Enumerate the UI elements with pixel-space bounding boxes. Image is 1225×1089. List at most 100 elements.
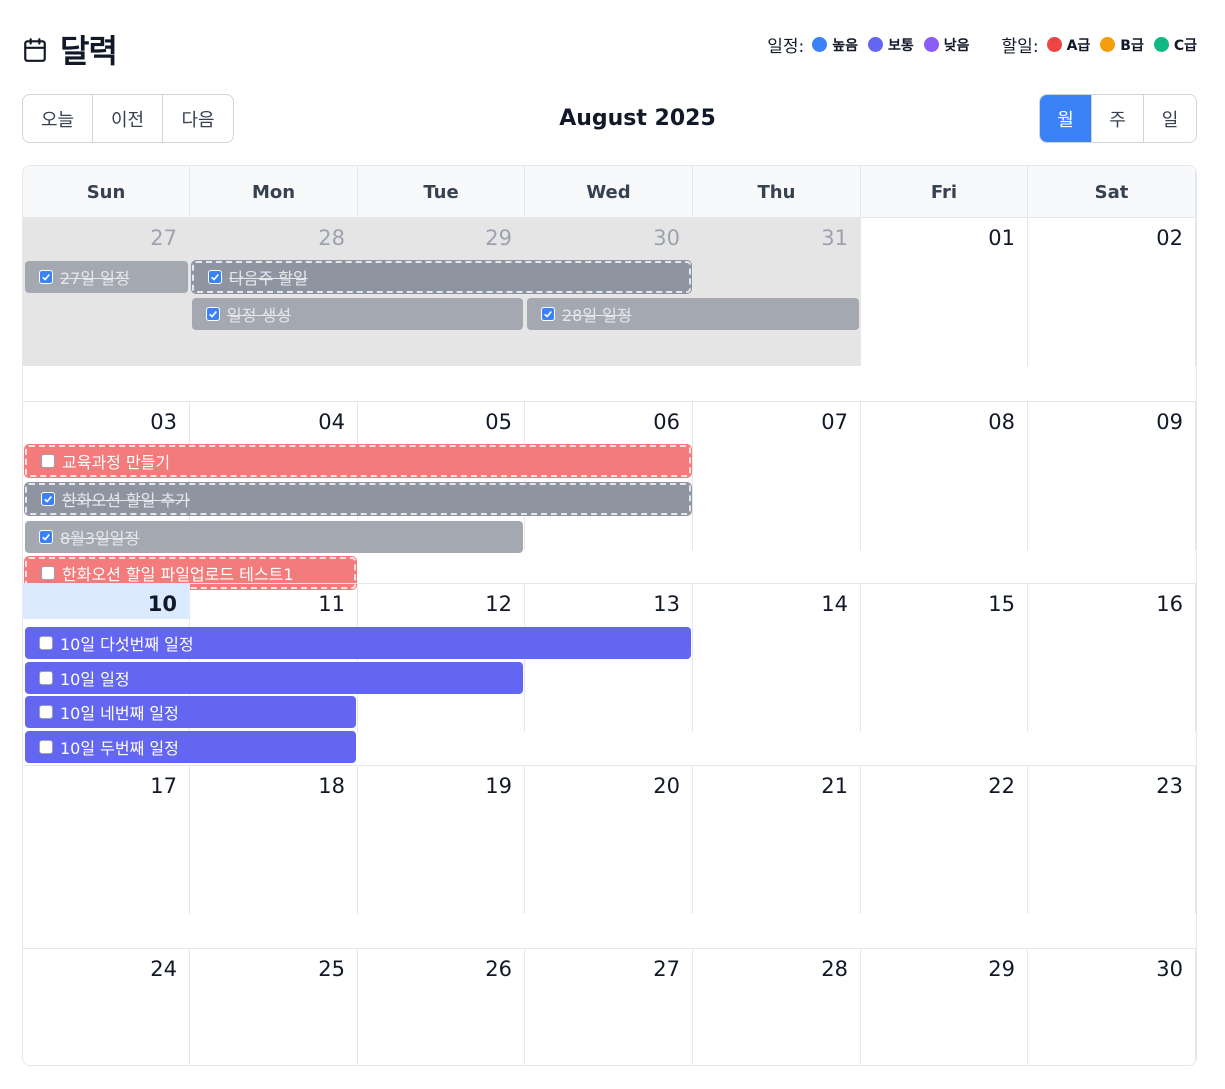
calendar-event[interactable]: 28일 일정 [527, 298, 859, 330]
checked-checkbox-icon[interactable] [206, 307, 220, 321]
day-cell[interactable]: 27 [525, 949, 693, 1065]
day-cell[interactable]: 29 [861, 949, 1028, 1065]
legend-schedule-label: 일정: [767, 37, 805, 57]
week-row: 03 04 05 06 07 08 09 교육과정 만들기 한화오션 할일 추가 8월3일일정 한화… [23, 401, 1196, 590]
checked-checkbox-icon[interactable] [541, 307, 555, 321]
legend-dot [923, 37, 939, 52]
day-cell[interactable]: 15 [861, 584, 1028, 732]
day-number[interactable]: 30 [1156, 957, 1183, 981]
day-number[interactable]: 23 [1156, 774, 1183, 798]
day-cell[interactable]: 24 [23, 949, 190, 1065]
day-number[interactable]: 07 [821, 410, 848, 434]
day-number[interactable]: 27 [150, 226, 177, 250]
day-number[interactable]: 09 [1156, 410, 1183, 434]
day-number[interactable]: 28 [318, 226, 345, 250]
day-cell[interactable]: 28 [693, 949, 861, 1065]
calendar-event[interactable]: 10일 네번째 일정 [25, 696, 356, 728]
view-month-button[interactable]: 월 [1040, 95, 1092, 142]
day-number[interactable]: 28 [821, 957, 848, 981]
day-cell[interactable]: 07 [693, 402, 861, 550]
day-number[interactable]: 11 [318, 592, 345, 616]
day-number[interactable]: 26 [485, 957, 512, 981]
day-number[interactable]: 05 [485, 410, 512, 434]
day-number[interactable]: 21 [821, 774, 848, 798]
weekday-wed: Wed [525, 166, 693, 218]
day-cell[interactable]: 26 [358, 949, 525, 1065]
day-cell[interactable]: 31 [693, 218, 861, 366]
day-number[interactable]: 14 [821, 592, 848, 616]
day-number[interactable]: 06 [653, 410, 680, 434]
day-cell[interactable]: 17 [23, 766, 190, 914]
day-cell[interactable]: 20 [525, 766, 693, 914]
view-day-button[interactable]: 일 [1144, 95, 1196, 142]
event-title: 27일 일정 [60, 269, 130, 288]
calendar-event[interactable]: 27일 일정 [25, 261, 188, 293]
day-number[interactable]: 10 [148, 592, 177, 616]
calendar-header: 달력 일정: 높음 보통 낮음 할일: A급 B급 C급 [22, 26, 1197, 70]
day-number[interactable]: 27 [653, 957, 680, 981]
day-number[interactable]: 31 [821, 226, 848, 250]
legend-dot [1046, 37, 1062, 52]
checked-checkbox-icon[interactable] [41, 492, 55, 506]
checkbox[interactable] [41, 566, 55, 580]
day-cell[interactable]: 22 [861, 766, 1028, 914]
legend-item-c: C급 [1153, 35, 1197, 55]
checked-checkbox-icon[interactable] [39, 270, 53, 284]
day-number[interactable]: 29 [988, 957, 1015, 981]
view-week-button[interactable]: 주 [1092, 95, 1144, 142]
calendar-event[interactable]: 10일 다섯번째 일정 [25, 627, 691, 659]
weekday-sat: Sat [1028, 166, 1196, 218]
calendar-event[interactable]: 일정 생성 [192, 298, 523, 330]
weekday-thu: Thu [693, 166, 861, 218]
day-number[interactable]: 04 [318, 410, 345, 434]
day-cell[interactable]: 30 [1028, 949, 1196, 1065]
day-cell[interactable]: 09 [1028, 402, 1196, 550]
day-number[interactable]: 15 [988, 592, 1015, 616]
day-number[interactable]: 13 [653, 592, 680, 616]
day-cell[interactable]: 02 [1028, 218, 1196, 366]
event-title: 10일 다섯번째 일정 [60, 635, 194, 654]
calendar-event[interactable]: 다음주 할일 [191, 260, 692, 294]
day-number[interactable]: 20 [653, 774, 680, 798]
day-number[interactable]: 29 [485, 226, 512, 250]
day-cell[interactable]: 19 [358, 766, 525, 914]
day-number[interactable]: 19 [485, 774, 512, 798]
weekday-fri: Fri [861, 166, 1028, 218]
day-cell[interactable]: 23 [1028, 766, 1196, 914]
checked-checkbox-icon[interactable] [39, 530, 53, 544]
weekday-mon: Mon [190, 166, 358, 218]
day-number[interactable]: 24 [150, 957, 177, 981]
day-number[interactable]: 08 [988, 410, 1015, 434]
day-cell[interactable]: 21 [693, 766, 861, 914]
day-number[interactable]: 01 [988, 226, 1015, 250]
day-number[interactable]: 03 [150, 410, 177, 434]
day-number[interactable]: 25 [318, 957, 345, 981]
day-cell[interactable]: 08 [861, 402, 1028, 550]
checked-checkbox-icon[interactable] [208, 270, 222, 284]
checkbox[interactable] [39, 636, 53, 650]
day-number[interactable]: 30 [653, 226, 680, 250]
checkbox[interactable] [39, 740, 53, 754]
day-cell[interactable]: 18 [190, 766, 358, 914]
day-cell[interactable]: 14 [693, 584, 861, 732]
calendar-event[interactable]: 10일 두번째 일정 [25, 731, 356, 763]
day-number[interactable]: 18 [318, 774, 345, 798]
legend-dot [1100, 37, 1116, 52]
day-cell[interactable]: 25 [190, 949, 358, 1065]
checkbox[interactable] [41, 454, 55, 468]
checkbox[interactable] [39, 671, 53, 685]
day-number[interactable]: 02 [1156, 226, 1183, 250]
day-cell[interactable]: 01 [861, 218, 1028, 366]
day-cell[interactable]: 16 [1028, 584, 1196, 732]
calendar-event[interactable]: 10일 일정 [25, 662, 523, 694]
legend-todo-label: 할일: [1001, 37, 1039, 57]
calendar-event[interactable]: 8월3일일정 [25, 521, 523, 553]
legend-label-high: 높음 [832, 37, 859, 54]
day-number[interactable]: 12 [485, 592, 512, 616]
day-number[interactable]: 17 [150, 774, 177, 798]
day-number[interactable]: 16 [1156, 592, 1183, 616]
day-number[interactable]: 22 [988, 774, 1015, 798]
calendar-event[interactable]: 한화오션 할일 추가 [24, 482, 692, 516]
calendar-event[interactable]: 교육과정 만들기 [24, 444, 692, 478]
checkbox[interactable] [39, 705, 53, 719]
